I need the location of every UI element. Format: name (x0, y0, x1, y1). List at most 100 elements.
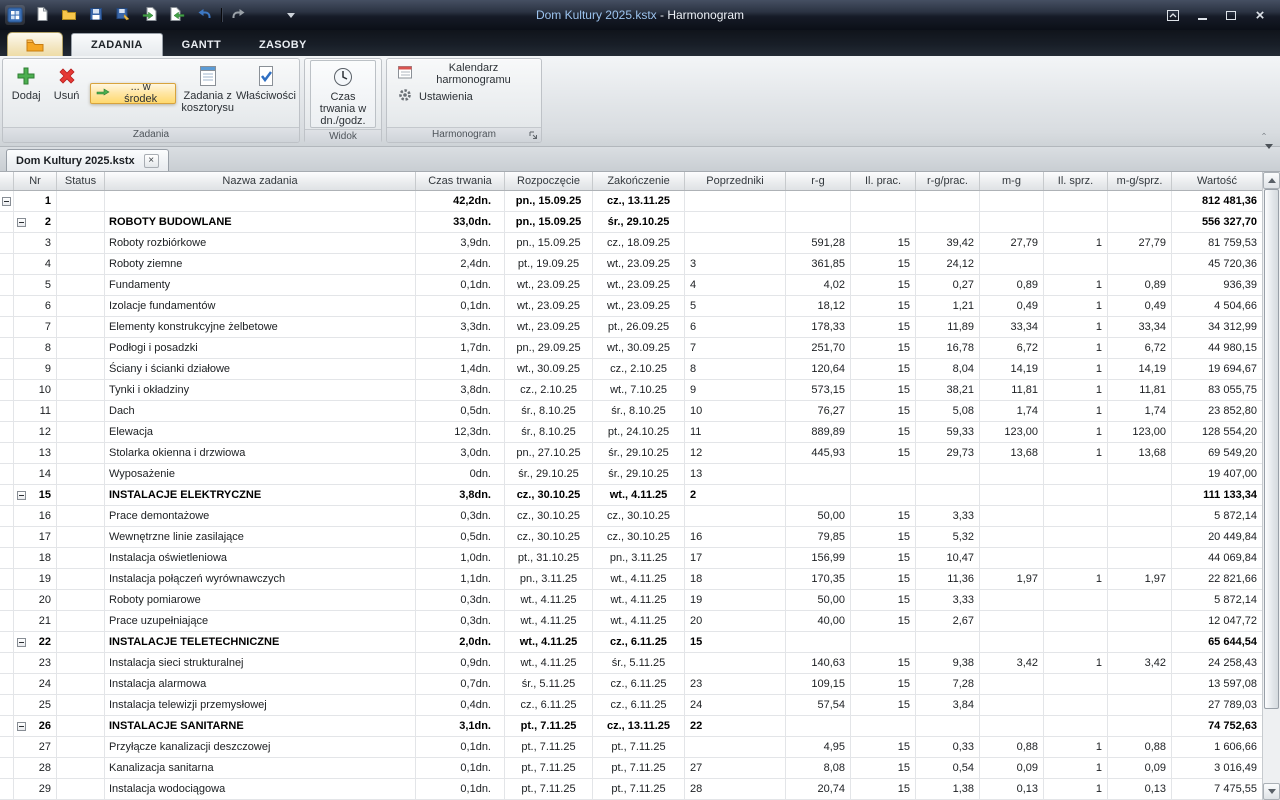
document-tab[interactable]: Dom Kultury 2025.kstx × (6, 149, 169, 171)
header-il-sprz[interactable]: Il. sprz. (1044, 172, 1108, 190)
schedule-calendar-button[interactable]: Kalendarz harmonogramu (394, 64, 534, 83)
duration-display-button[interactable]: Czas trwania w dn./godz. (310, 60, 376, 128)
task-row[interactable]: 14Wyposażenie0dn.śr., 29.10.25śr., 29.10… (0, 464, 1262, 485)
collapse-icon[interactable] (2, 197, 11, 206)
delete-task-button[interactable]: Usuń (47, 60, 86, 126)
task-row[interactable]: 4Roboty ziemne2,4dn.pt., 19.09.25wt., 23… (0, 254, 1262, 275)
collapse-icon[interactable] (17, 218, 26, 227)
collapse-icon[interactable] (17, 491, 26, 500)
cell-nr: 28 (14, 758, 57, 779)
cell-mg-sprz: 0,49 (1108, 296, 1172, 317)
save-as-button[interactable] (113, 5, 133, 25)
task-row[interactable]: 28Kanalizacja sanitarna0,1dn.pt., 7.11.2… (0, 758, 1262, 779)
header-il-prac[interactable]: Il. prac. (851, 172, 916, 190)
collapse-icon[interactable] (17, 722, 26, 731)
header-rg-prac[interactable]: r-g/prac. (916, 172, 980, 190)
header-task-name[interactable]: Nazwa zadania (105, 172, 416, 190)
settings-button[interactable]: Ustawienia (394, 87, 479, 106)
app-icon[interactable] (5, 5, 25, 25)
cell-predecessors: 7 (685, 338, 786, 359)
cell-nr: 6 (14, 296, 57, 317)
undo-button[interactable] (194, 5, 214, 25)
task-row[interactable]: 20Roboty pomiarowe0,3dn.wt., 4.11.25wt.,… (0, 590, 1262, 611)
header-mg-sprz[interactable]: m-g/sprz. (1108, 172, 1172, 190)
header-nr[interactable]: Nr (14, 172, 57, 190)
cell-duration: 0,5dn. (416, 401, 505, 422)
task-row[interactable]: 142,2dn.pn., 15.09.25cz., 13.11.25812 48… (0, 191, 1262, 212)
cell-duration: 33,0dn. (416, 212, 505, 233)
tab-gantt[interactable]: GANTT (163, 33, 240, 56)
task-row[interactable]: 3Roboty rozbiórkowe3,9dn.pn., 15.09.25cz… (0, 233, 1262, 254)
tasks-from-estimate-button[interactable]: Zadania z kosztorysu (180, 60, 235, 126)
minimize-button[interactable] (1194, 7, 1210, 23)
task-row[interactable]: 13Stolarka okienna i drzwiowa3,0dn.pn., … (0, 443, 1262, 464)
task-row[interactable]: 7Elementy konstrukcyjne żelbetowe3,3dn.w… (0, 317, 1262, 338)
cell-il-prac: 15 (851, 590, 916, 611)
task-row[interactable]: 19Instalacja połączeń wyrównawczych1,1dn… (0, 569, 1262, 590)
properties-button[interactable]: Właściwości (235, 60, 297, 126)
tab-zadania[interactable]: ZADANIA (71, 33, 163, 56)
task-row[interactable]: 24Instalacja alarmowa0,7dn.śr., 5.11.25c… (0, 674, 1262, 695)
document-list-dropdown[interactable] (1263, 147, 1275, 166)
task-row[interactable]: 22INSTALACJE TELETECHNICZNE2,0dn.wt., 4.… (0, 632, 1262, 653)
application-menu-button[interactable] (7, 32, 63, 56)
vertical-scrollbar[interactable] (1262, 172, 1280, 800)
cell-value: 3 016,49 (1172, 758, 1262, 779)
task-row[interactable]: 15INSTALACJE ELEKTRYCZNE3,8dn.cz., 30.10… (0, 485, 1262, 506)
task-row[interactable]: 10Tynki i okładziny3,8dn.cz., 2.10.25wt.… (0, 380, 1262, 401)
cell-value: 23 852,80 (1172, 401, 1262, 422)
scroll-up-button[interactable] (1263, 172, 1280, 189)
ribbon-collapse-button[interactable] (1256, 127, 1272, 141)
scrollbar-thumb[interactable] (1264, 189, 1279, 709)
header-predecessors[interactable]: Poprzedniki (685, 172, 786, 190)
header-status[interactable]: Status (57, 172, 105, 190)
cell-status (57, 254, 105, 275)
new-document-button[interactable] (32, 5, 52, 25)
task-row[interactable]: 26INSTALACJE SANITARNE3,1dn.pt., 7.11.25… (0, 716, 1262, 737)
cell-end-date: cz., 13.11.25 (593, 191, 685, 212)
task-row[interactable]: 12Elewacja12,3dn.śr., 8.10.25pt., 24.10.… (0, 422, 1262, 443)
header-duration[interactable]: Czas trwania (416, 172, 505, 190)
tab-zasoby[interactable]: ZASOBY (240, 33, 326, 56)
cell-rg: 79,85 (786, 527, 851, 548)
close-button[interactable]: × (1252, 7, 1268, 23)
redo-button[interactable] (229, 5, 249, 25)
header-rg[interactable]: r-g (786, 172, 851, 190)
task-row[interactable]: 9Ściany i ścianki działowe1,4dn.wt., 30.… (0, 359, 1262, 380)
cell-duration: 3,8dn. (416, 380, 505, 401)
task-row[interactable]: 17Wewnętrzne linie zasilające0,5dn.cz., … (0, 527, 1262, 548)
task-row[interactable]: 2ROBOTY BUDOWLANE33,0dn.pn., 15.09.25śr.… (0, 212, 1262, 233)
scroll-down-button[interactable] (1263, 783, 1280, 800)
task-row[interactable]: 21Prace uzupełniające0,3dn.wt., 4.11.25w… (0, 611, 1262, 632)
task-row[interactable]: 29Instalacja wodociągowa0,1dn.pt., 7.11.… (0, 779, 1262, 800)
save-button[interactable] (86, 5, 106, 25)
task-row[interactable]: 8Podłogi i posadzki1,7dn.pn., 29.09.25wt… (0, 338, 1262, 359)
ribbon-display-options-button[interactable] (1165, 7, 1181, 23)
task-row[interactable]: 27Przyłącze kanalizacji deszczowej0,1dn.… (0, 737, 1262, 758)
cell-value: 34 312,99 (1172, 317, 1262, 338)
header-start-date[interactable]: Rozpoczęcie (505, 172, 593, 190)
close-document-icon[interactable]: × (144, 154, 159, 168)
add-task-button[interactable]: Dodaj (5, 60, 47, 126)
task-row[interactable]: 18Instalacja oświetleniowa1,0dn.pt., 31.… (0, 548, 1262, 569)
task-row[interactable]: 11Dach0,5dn.śr., 8.10.25śr., 8.10.251076… (0, 401, 1262, 422)
cell-task-name: Instalacja oświetleniowa (105, 548, 416, 569)
cell-mg: 0,89 (980, 275, 1044, 296)
header-end-date[interactable]: Zakończenie (593, 172, 685, 190)
document-tab-bar: Dom Kultury 2025.kstx × (0, 147, 1280, 172)
import-button[interactable] (140, 5, 160, 25)
task-row[interactable]: 16Prace demontażowe0,3dn.cz., 30.10.25cz… (0, 506, 1262, 527)
maximize-button[interactable] (1223, 7, 1239, 23)
qat-customize-button[interactable] (284, 5, 298, 25)
task-row[interactable]: 6Izolacje fundamentów0,1dn.wt., 23.09.25… (0, 296, 1262, 317)
insert-middle-button[interactable]: ... w środek (90, 83, 177, 104)
header-value[interactable]: Wartość (1172, 172, 1262, 190)
open-button[interactable] (59, 5, 79, 25)
task-row[interactable]: 23Instalacja sieci strukturalnej0,9dn.wt… (0, 653, 1262, 674)
dialog-launcher-button[interactable] (527, 129, 539, 141)
export-button[interactable] (167, 5, 187, 25)
task-row[interactable]: 25Instalacja telewizji przemysłowej0,4dn… (0, 695, 1262, 716)
task-row[interactable]: 5Fundamenty0,1dn.wt., 23.09.25wt., 23.09… (0, 275, 1262, 296)
header-mg[interactable]: m-g (980, 172, 1044, 190)
collapse-icon[interactable] (17, 638, 26, 647)
